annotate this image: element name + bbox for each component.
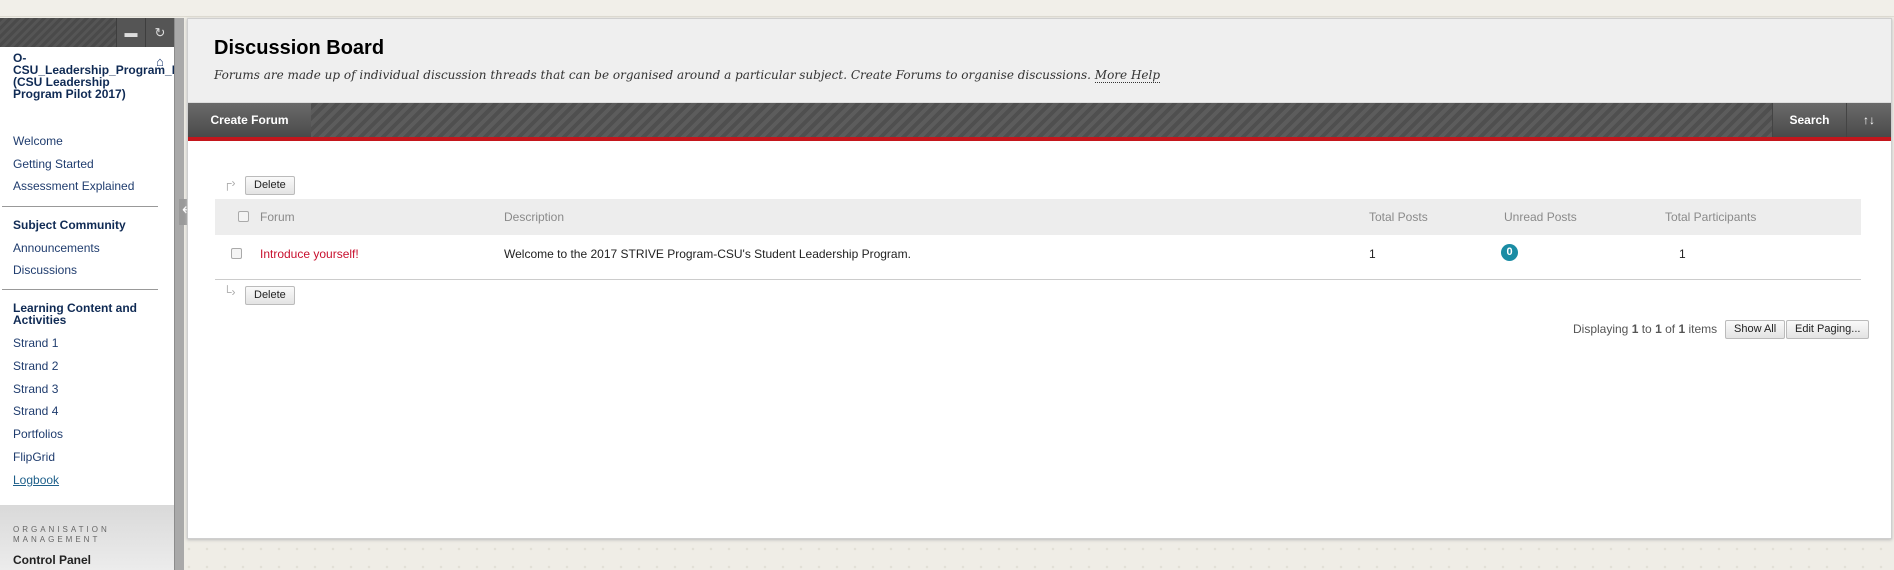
table-bottom-border [215, 279, 1861, 280]
menu-item-strand-3[interactable]: Strand 3 [13, 382, 58, 396]
menu-item-assessment-explained[interactable]: Assessment Explained [13, 179, 134, 193]
paging-suffix: items [1685, 322, 1718, 336]
show-all-button[interactable]: Show All [1725, 320, 1786, 339]
unread-posts-badge[interactable]: 0 [1501, 244, 1518, 261]
total-participants: 1 [1679, 247, 1686, 261]
col-unread-posts[interactable]: Unread Posts [1504, 210, 1577, 224]
sort-icon[interactable]: ↑↓ [1846, 103, 1891, 137]
course-menu-toolbar: ▬ ↻ [0, 18, 174, 47]
page-subtitle: Forums are made up of individual discuss… [214, 68, 1161, 83]
paging-to-word: to [1638, 322, 1656, 336]
course-menu: ▬ ↻ O-CSU_Leadership_Program_Pilot_2017 … [0, 18, 174, 570]
course-title[interactable]: O-CSU_Leadership_Program_Pilot_2017 (CSU… [13, 52, 174, 100]
folder-view-icon[interactable]: ▬ [116, 18, 145, 47]
arrow-icon: └› [223, 285, 236, 299]
col-total-participants[interactable]: Total Participants [1665, 210, 1756, 224]
menu-item-strand-2[interactable]: Strand 2 [13, 359, 58, 373]
total-posts: 1 [1369, 247, 1376, 261]
organisation-management: ORGANISATION MANAGEMENT Control Panel [0, 505, 174, 570]
section-learning-content: Learning Content and Activities [13, 301, 137, 327]
paging-prefix: Displaying [1573, 322, 1632, 336]
forum-description: Welcome to the 2017 STRIVE Program-CSU's… [504, 247, 911, 261]
menu-item-flipgrid[interactable]: FlipGrid [13, 450, 55, 464]
more-help-link[interactable]: More Help [1094, 68, 1161, 83]
section-subject-community: Subject Community [13, 218, 126, 232]
divider [2, 289, 158, 290]
paging-status: Displaying 1 to 1 of 1 items [1573, 322, 1717, 336]
menu-item-discussions[interactable]: Discussions [13, 263, 77, 277]
arrow-icon: ┌› [223, 176, 236, 190]
mgmt-label: ORGANISATION MANAGEMENT [13, 525, 110, 544]
col-total-posts[interactable]: Total Posts [1369, 210, 1428, 224]
page-title: Discussion Board [214, 37, 385, 59]
control-panel-link[interactable]: Control Panel [13, 553, 91, 567]
home-icon[interactable]: ⌂ [156, 54, 164, 69]
subtitle-text: Forums are made up of individual discuss… [214, 68, 1091, 82]
delete-button-top[interactable]: Delete [245, 176, 295, 195]
search-button[interactable]: Search [1772, 103, 1846, 137]
menu-item-portfolios[interactable]: Portfolios [13, 427, 63, 441]
divider [2, 206, 158, 207]
content-panel: Discussion Board Forums are made up of i… [187, 18, 1892, 539]
menu-item-strand-4[interactable]: Strand 4 [13, 404, 58, 418]
table-header: Forum Description Total Posts Unread Pos… [215, 199, 1861, 235]
refresh-icon[interactable]: ↻ [145, 18, 174, 47]
col-description[interactable]: Description [504, 210, 564, 224]
row-checkbox[interactable] [231, 248, 242, 259]
menu-item-welcome[interactable]: Welcome [13, 134, 63, 148]
menu-item-getting-started[interactable]: Getting Started [13, 157, 94, 171]
browser-top-strip [0, 0, 1894, 17]
page-header: Discussion Board Forums are made up of i… [188, 19, 1891, 103]
edit-paging-button[interactable]: Edit Paging... [1786, 320, 1870, 339]
menu-item-strand-1[interactable]: Strand 1 [13, 336, 58, 350]
menu-item-logbook[interactable]: Logbook [13, 473, 59, 487]
col-forum[interactable]: Forum [260, 210, 295, 224]
create-forum-button[interactable]: Create Forum [188, 103, 311, 137]
forum-link[interactable]: Introduce yourself! [260, 247, 359, 261]
paging-to: 1 [1655, 322, 1662, 336]
menu-item-announcements[interactable]: Announcements [13, 241, 100, 255]
paging-of-word: of [1661, 322, 1679, 336]
delete-button-bottom[interactable]: Delete [245, 286, 295, 305]
select-all-checkbox[interactable] [238, 211, 249, 222]
menu-divider-strip [174, 18, 184, 570]
action-bar: Create Forum Search ↑↓ [188, 103, 1891, 141]
